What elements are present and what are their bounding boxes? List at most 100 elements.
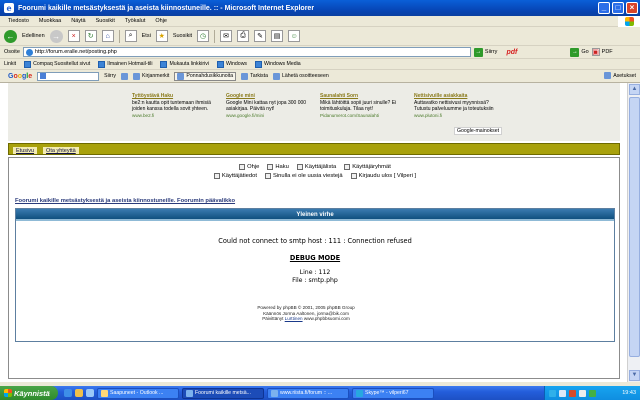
ad-body: be2:n kautta opit tuntemaan ihmisiä joid… <box>132 100 211 112</box>
ie-quicklaunch-icon[interactable] <box>64 389 72 397</box>
ad-url[interactable]: www.google.fi/mini <box>226 113 316 118</box>
pdf-toolbar-label[interactable]: pdf <box>506 49 517 56</box>
address-bar: Osoite http://forum.eralle.net/posting.p… <box>0 46 640 59</box>
forward-icon[interactable]: → <box>49 29 63 43</box>
ad-url[interactable]: www.be2.fi <box>132 113 222 118</box>
task-outlook[interactable]: Saapuneet - Outlook ... <box>97 387 179 399</box>
tray-volume-icon[interactable] <box>579 389 586 397</box>
link-item[interactable]: Windows <box>216 60 247 68</box>
messages-link[interactable]: Sinulla ei ole uusia viestejä <box>264 173 343 179</box>
link-item[interactable]: Mukauta linkkirivi <box>160 60 209 68</box>
google-search-input[interactable] <box>37 71 100 81</box>
task-forum[interactable]: Foorumi kaikille metsä... <box>182 387 264 399</box>
home-icon[interactable]: ⌂ <box>101 30 114 42</box>
mail-icon[interactable]: ✉ <box>220 30 233 42</box>
ad-title[interactable]: Google mini <box>226 93 316 99</box>
search-icon[interactable]: ⌕ <box>124 30 137 42</box>
search-icon <box>267 164 274 170</box>
stop-icon[interactable]: × <box>67 30 80 42</box>
help-link[interactable]: Ohje <box>239 164 259 170</box>
menu-help[interactable]: Ohje <box>155 18 167 24</box>
google-go-button[interactable]: Siirry <box>104 73 116 79</box>
spellcheck-button[interactable]: Tarkista <box>241 72 268 80</box>
search-label[interactable]: Etsi <box>142 33 151 39</box>
spellcheck-icon <box>241 72 249 80</box>
tray-skype-icon[interactable] <box>549 389 556 397</box>
tray-network-icon[interactable] <box>559 389 566 397</box>
error-header: Yleinen virhe <box>16 209 614 221</box>
ie-icon <box>186 389 193 397</box>
task-riista[interactable]: www.riista.fi/forum :: ... <box>267 387 349 399</box>
messages-icon <box>264 173 271 179</box>
tray-messenger-icon[interactable] <box>589 389 596 397</box>
popup-blocker-button[interactable]: Ponnahdusikkunoita <box>174 71 237 81</box>
logout-link[interactable]: Kirjaudu ulos [ Vilperi ] <box>350 173 416 179</box>
menu-tools[interactable]: Työkalut <box>125 18 145 24</box>
link-item[interactable]: Compaq Suositellut sivut <box>24 60 90 68</box>
profile-link[interactable]: Käyttäjätiedot <box>213 173 257 179</box>
google-settings-button[interactable]: Asetukset <box>604 72 636 79</box>
close-button[interactable]: × <box>626 2 638 14</box>
ad-item[interactable]: Saunalahti Sorn Mikä lähtöittä sopii juu… <box>320 93 410 118</box>
google-ads-label[interactable]: Google-mainokset <box>454 127 503 135</box>
ad-item[interactable]: Google mini Google Mini kattaa nyt jopa … <box>226 93 316 118</box>
link-label: Windows Media <box>264 61 301 67</box>
address-url[interactable]: http://forum.eralle.net/posting.php <box>35 49 117 55</box>
toolbar: ← Edellinen → × ↻ ⌂ ⌕ Etsi ★ Suosikit ◷ … <box>0 27 640 46</box>
go2-button[interactable]: → Go <box>570 47 589 57</box>
outlook-quicklaunch-icon[interactable] <box>75 389 83 397</box>
usergroups-link[interactable]: Käyttäjäryhmät <box>344 164 391 170</box>
address-input[interactable]: http://forum.eralle.net/posting.php <box>22 47 471 57</box>
menu-edit[interactable]: Muokkaa <box>39 18 61 24</box>
back-icon[interactable]: ← <box>4 29 17 43</box>
nav-contact[interactable]: Ota yhteyttä <box>43 147 79 154</box>
ad-title[interactable]: Nettisivuille asiakkaita <box>414 93 504 99</box>
favorites-icon[interactable]: ★ <box>155 30 168 42</box>
popup-blocker-icon <box>177 72 185 80</box>
google-g-button[interactable] <box>120 72 128 80</box>
minimize-button[interactable]: _ <box>598 2 610 14</box>
favorites-label[interactable]: Suosikit <box>173 33 192 39</box>
clock[interactable]: 19:43 <box>622 386 636 400</box>
go-arrow-icon: → <box>473 47 483 57</box>
ad-item[interactable]: Nettisivuille asiakkaita Auttavatko nett… <box>414 93 504 118</box>
ad-url[interactable]: Pidanumerot.com/Saunalahti <box>320 113 410 118</box>
history-icon[interactable]: ◷ <box>197 30 210 42</box>
messenger-icon[interactable]: ☺ <box>288 30 301 42</box>
edit-icon[interactable]: ✎ <box>254 30 267 42</box>
show-desktop-icon[interactable] <box>86 389 94 397</box>
menu-file[interactable]: Tiedosto <box>8 18 29 24</box>
scroll-up-icon[interactable]: ▲ <box>629 84 640 95</box>
start-button[interactable]: Käynnistä <box>0 386 58 400</box>
menu-view[interactable]: Näytä <box>71 18 85 24</box>
google-bookmarks-button[interactable]: Kirjanmerkit <box>132 72 169 80</box>
vertical-scrollbar[interactable]: ▲ ▼ <box>627 83 640 382</box>
ad-title[interactable]: Saunalahti Sorn <box>320 93 410 99</box>
send-to-button[interactable]: Lähetä osoitteeseen <box>272 72 329 80</box>
nav-home[interactable]: Etusivu <box>13 147 38 154</box>
ad-item[interactable]: Tyttöystävä Haku be2:n kautta opit tunte… <box>132 93 222 118</box>
forum-index-link[interactable]: Foorumi kaikille metsästyksestä ja aseis… <box>15 198 235 204</box>
link-icon <box>216 60 224 68</box>
task-skype[interactable]: Skype™ - vilperi67 <box>352 387 434 399</box>
link-item[interactable]: Ilmainen Hotmail-tili <box>98 60 152 68</box>
memberlist-link[interactable]: Käyttäjälista <box>296 164 336 170</box>
print-icon[interactable]: ⎙ <box>237 30 250 42</box>
link-item[interactable]: Windows Media <box>255 60 301 68</box>
tray-security-icon[interactable] <box>569 389 576 397</box>
ad-url[interactable]: www.plutoni.fi <box>414 113 504 118</box>
scroll-thumb[interactable] <box>629 97 640 357</box>
back-label[interactable]: Edellinen <box>22 33 45 39</box>
search-link[interactable]: Haku <box>267 164 289 170</box>
taskbar: Käynnistä Saapuneet - Outlook ... Foorum… <box>0 386 640 400</box>
menu-favorites[interactable]: Suosikit <box>96 18 115 24</box>
refresh-icon[interactable]: ↻ <box>84 30 97 42</box>
maximize-button[interactable]: □ <box>612 2 624 14</box>
scroll-down-icon[interactable]: ▼ <box>629 370 640 381</box>
pdf-button[interactable]: ▣ PDF <box>591 48 613 56</box>
discuss-icon[interactable]: ▤ <box>271 30 284 42</box>
go-button[interactable]: → Siirry <box>473 47 497 57</box>
footer-updated-link[interactable]: Lurttinen <box>285 316 303 321</box>
ad-title[interactable]: Tyttöystävä Haku <box>132 93 222 99</box>
popup-blocker-label: Ponnahdusikkunoita <box>186 73 234 79</box>
